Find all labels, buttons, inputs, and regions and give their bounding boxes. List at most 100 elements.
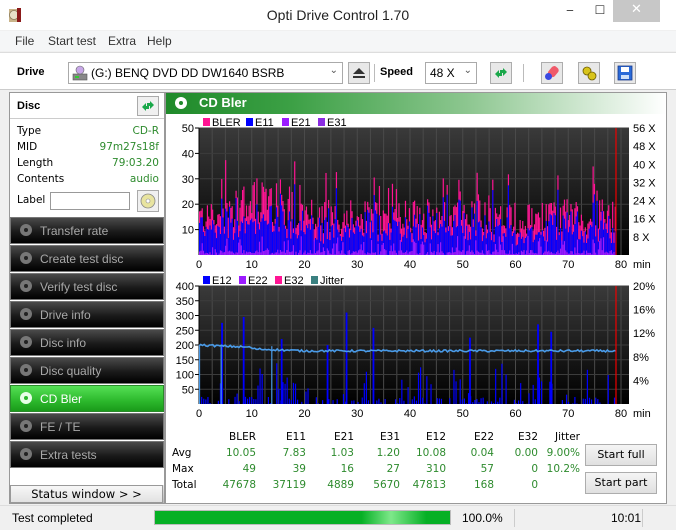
e21-bar — [554, 253, 556, 255]
nav-item-drive-info[interactable]: Drive info — [10, 301, 164, 328]
e21-bar — [223, 252, 225, 255]
e12-bar — [203, 398, 205, 404]
e11-bar — [425, 238, 427, 255]
e21-bar — [562, 244, 564, 255]
e21-bar — [363, 241, 365, 255]
menu-help[interactable]: Help — [147, 34, 172, 48]
e11-bar — [408, 221, 410, 255]
start-full-button[interactable]: Start full — [585, 444, 657, 466]
x-tick-label: 80 — [615, 259, 627, 271]
erase-button[interactable] — [541, 62, 563, 84]
e12-bar — [357, 401, 359, 404]
menu-start-test[interactable]: Start test — [48, 34, 96, 48]
e21-bar — [472, 252, 474, 255]
e11-bar — [356, 220, 358, 255]
nav-item-extra-tests[interactable]: Extra tests — [10, 441, 164, 468]
y-tick-label: 30 — [182, 174, 194, 186]
eject-button[interactable] — [348, 62, 370, 84]
e11-bar — [471, 207, 473, 255]
e21-bar — [199, 251, 201, 255]
e21-bar — [361, 250, 364, 255]
drive-select[interactable]: (G:) BENQ DVD DD DW1640 BSRB ⌄ — [68, 62, 343, 84]
e11-bar — [567, 232, 569, 255]
e12-bar — [363, 383, 365, 404]
e21-bar — [247, 252, 249, 255]
e21-bar — [225, 245, 227, 255]
refresh-speed-button[interactable] — [490, 62, 512, 84]
e11-bar — [209, 225, 211, 255]
e21-bar — [600, 238, 602, 255]
menu-file[interactable]: File — [15, 34, 34, 48]
nav-item-fe-te[interactable]: FE / TE — [10, 413, 164, 440]
nav-item-create-test-disc[interactable]: Create test disc — [10, 245, 164, 272]
e11-bar — [588, 228, 590, 255]
e11-bar — [570, 211, 572, 255]
save-button[interactable] — [614, 62, 636, 84]
disc-label-button[interactable] — [137, 190, 159, 212]
e21-bar — [471, 250, 473, 255]
minimize-button[interactable]: ‒ — [555, 0, 585, 22]
x-tick-label: 10 — [246, 259, 258, 271]
e12-bar — [465, 403, 468, 404]
e21-bar — [360, 244, 362, 255]
e12-bar — [249, 397, 251, 404]
e12-bar — [597, 399, 599, 404]
e11-bar — [441, 226, 443, 255]
nav-item-cd-bler[interactable]: CD Bler — [10, 385, 164, 412]
e21-bar — [513, 253, 515, 255]
title-bar: Opti Drive Control 1.70 ‒ ☐ ✕ — [0, 0, 676, 30]
e12-spike — [372, 327, 375, 404]
y2-tick-label: 56 X — [633, 123, 656, 135]
e21-bar — [511, 243, 513, 255]
e21-bar — [352, 251, 354, 255]
menu-extra[interactable]: Extra — [108, 34, 136, 48]
nav-item-verify-test-disc[interactable]: Verify test disc — [10, 273, 164, 300]
status-window-button[interactable]: Status window > > — [10, 485, 163, 503]
e21-bar — [545, 240, 547, 255]
close-button[interactable]: ✕ — [613, 0, 660, 22]
e12-bar — [307, 388, 309, 404]
nav-item-disc-info[interactable]: Disc info — [10, 329, 164, 356]
stat-value: 0.00 — [514, 447, 538, 459]
disc-label-input[interactable] — [50, 192, 130, 210]
e12-bar — [332, 400, 334, 404]
e12-bar — [282, 382, 284, 404]
nav-item-disc-quality[interactable]: Disc quality — [10, 357, 164, 384]
e21-bar — [278, 253, 280, 255]
e12-bar — [238, 401, 240, 404]
e11-bar — [275, 207, 278, 255]
e11-bar — [519, 232, 521, 255]
e21-bar — [368, 253, 370, 255]
e21-bar — [442, 252, 444, 255]
e21-bar — [295, 251, 297, 255]
maximize-button[interactable]: ☐ — [585, 0, 615, 22]
disc-test-icon — [20, 336, 32, 348]
e11-bar — [251, 218, 253, 255]
start-part-button[interactable]: Start part — [585, 472, 657, 494]
e11-bar — [387, 223, 390, 255]
e21-bar — [601, 250, 603, 255]
e21-bar — [584, 254, 586, 255]
e11-bar — [569, 226, 571, 255]
e21-bar — [369, 253, 371, 255]
e12-spike — [469, 337, 471, 404]
speed-select[interactable]: 48 X ⌄ — [425, 62, 477, 84]
cd-icon — [140, 193, 156, 209]
disc-refresh-button[interactable] — [137, 96, 159, 116]
e11-bar — [419, 214, 421, 255]
e12-bar — [474, 400, 476, 404]
e12-bar — [365, 371, 367, 404]
e21-bar — [357, 250, 360, 255]
e11-bar — [490, 240, 493, 255]
x-tick-label: 40 — [404, 259, 416, 271]
nav-item-transfer-rate[interactable]: Transfer rate — [10, 217, 164, 244]
e21-bar — [574, 247, 576, 255]
e21-bar — [599, 240, 601, 255]
e12-bar — [209, 403, 211, 404]
settings-button[interactable] — [578, 62, 600, 84]
e12-bar — [336, 399, 338, 404]
e11-bar — [298, 235, 300, 255]
e11-bar — [558, 235, 560, 255]
y-tick-label: 50 — [182, 123, 194, 135]
stat-value: 10.05 — [225, 447, 256, 459]
